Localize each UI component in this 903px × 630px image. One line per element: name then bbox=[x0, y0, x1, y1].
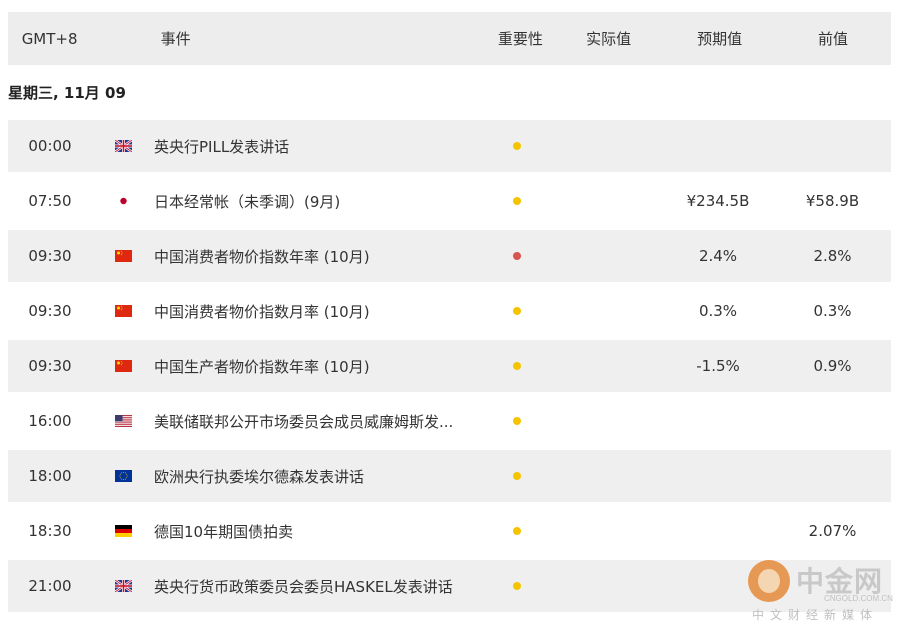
event-name[interactable]: 英央行PILL发表讲话 bbox=[154, 136, 484, 157]
previous-value: ¥58.9B bbox=[805, 192, 860, 210]
header-importance: 重要性 bbox=[497, 30, 543, 48]
importance-dot-icon bbox=[513, 527, 521, 535]
event-name[interactable]: 日本经常帐（未季调）(9月) bbox=[154, 191, 484, 212]
forecast-value: 2.4% bbox=[698, 247, 738, 265]
event-time: 18:00 bbox=[28, 467, 72, 485]
event-name[interactable]: 中国生产者物价指数年率 (10月) bbox=[154, 356, 484, 377]
germany-flag-icon bbox=[114, 525, 132, 537]
watermark: 中金网 CNGOLD.COM.CN 中文财经新媒体 bbox=[748, 560, 898, 624]
uk-flag-icon bbox=[114, 140, 132, 152]
watermark-domain: CNGOLD.COM.CN bbox=[824, 594, 893, 603]
importance-dot-icon bbox=[513, 197, 521, 205]
header-forecast: 预期值 bbox=[697, 30, 743, 48]
importance-dot-icon bbox=[513, 582, 521, 590]
us-flag-icon bbox=[114, 415, 132, 427]
date-label: 星期三, 11月 09 bbox=[8, 84, 126, 102]
table-row[interactable]: 18:30 德国10年期国债拍卖 2.07% bbox=[8, 505, 891, 557]
importance-dot-icon bbox=[513, 252, 521, 260]
event-rows: 00:00 英央行PILL发表讲话 07:50 日本经常帐（未季调）(9月) ¥234.… bbox=[8, 120, 891, 612]
importance-dot-icon bbox=[513, 307, 521, 315]
table-row[interactable]: 09:30 中国生产者物价指数年率 (10月) -1.5% 0.9% bbox=[8, 340, 891, 392]
watermark-tagline: 中文财经新媒体 bbox=[752, 608, 879, 622]
importance-dot-icon bbox=[513, 417, 521, 425]
table-row[interactable]: 18:00 欧洲央行执委埃尔德森发表讲话 bbox=[8, 450, 891, 502]
event-name[interactable]: 德国10年期国债拍卖 bbox=[154, 521, 484, 542]
previous-value: 2.07% bbox=[808, 522, 857, 540]
table-row[interactable]: 09:30 中国消费者物价指数月率 (10月) 0.3% 0.3% bbox=[8, 285, 891, 337]
table-header: GMT+8 事件 重要性 实际值 预期值 前值 bbox=[8, 12, 891, 65]
importance-dot-icon bbox=[513, 142, 521, 150]
event-time: 07:50 bbox=[28, 192, 72, 210]
table-row[interactable]: 09:30 中国消费者物价指数年率 (10月) 2.4% 2.8% bbox=[8, 230, 891, 282]
event-time: 09:30 bbox=[28, 302, 72, 320]
table-row[interactable]: 07:50 日本经常帐（未季调）(9月) ¥234.5B ¥58.9B bbox=[8, 175, 891, 227]
header-event: 事件 bbox=[160, 30, 191, 48]
previous-value: 0.9% bbox=[813, 357, 852, 375]
eu-flag-icon bbox=[114, 470, 132, 482]
previous-value: 0.3% bbox=[813, 302, 852, 320]
japan-flag-icon bbox=[114, 195, 132, 207]
event-name[interactable]: 欧洲央行执委埃尔德森发表讲话 bbox=[154, 466, 484, 487]
event-time: 18:30 bbox=[28, 522, 72, 540]
china-flag-icon bbox=[114, 360, 132, 372]
event-name[interactable]: 英央行货币政策委员会委员HASKEL发表讲话 bbox=[154, 576, 484, 597]
event-time: 16:00 bbox=[28, 412, 72, 430]
event-name[interactable]: 中国消费者物价指数年率 (10月) bbox=[154, 246, 484, 267]
uk-flag-icon bbox=[114, 580, 132, 592]
header-previous: 前值 bbox=[818, 30, 849, 48]
table-row[interactable]: 00:00 英央行PILL发表讲话 bbox=[8, 120, 891, 172]
forecast-value: -1.5% bbox=[696, 357, 740, 375]
importance-dot-icon bbox=[513, 362, 521, 370]
forecast-value: ¥234.5B bbox=[686, 192, 750, 210]
china-flag-icon bbox=[114, 250, 132, 262]
previous-value: 2.8% bbox=[813, 247, 852, 265]
event-name[interactable]: 美联储联邦公开市场委员会成员威廉姆斯发... bbox=[154, 411, 484, 432]
event-name[interactable]: 中国消费者物价指数月率 (10月) bbox=[154, 301, 484, 322]
economic-calendar-table: GMT+8 事件 重要性 实际值 预期值 前值 星期三, 11月 09 00:0… bbox=[8, 12, 891, 615]
event-time: 09:30 bbox=[28, 357, 72, 375]
watermark-logo-icon bbox=[748, 560, 790, 602]
china-flag-icon bbox=[114, 305, 132, 317]
importance-dot-icon bbox=[513, 472, 521, 480]
event-time: 21:00 bbox=[28, 577, 72, 595]
header-timezone[interactable]: GMT+8 bbox=[8, 30, 91, 48]
header-actual: 实际值 bbox=[586, 30, 632, 48]
event-time: 09:30 bbox=[28, 247, 72, 265]
table-row[interactable]: 16:00 美联储联邦公开市场委员会成员威廉姆斯发... bbox=[8, 395, 891, 447]
event-time: 00:00 bbox=[28, 137, 72, 155]
forecast-value: 0.3% bbox=[698, 302, 738, 320]
